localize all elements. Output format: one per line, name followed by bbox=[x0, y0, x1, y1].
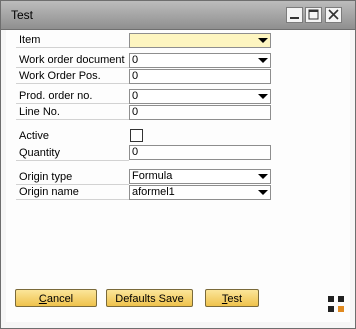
chevron-down-icon[interactable] bbox=[258, 190, 268, 195]
item-dropdown[interactable] bbox=[129, 33, 271, 48]
test-button-label: est bbox=[227, 293, 243, 305]
close-icon bbox=[328, 9, 339, 20]
minimize-icon bbox=[290, 17, 299, 19]
work-order-pos-label: Work Order Pos. bbox=[19, 70, 101, 82]
maximize-button[interactable] bbox=[305, 7, 322, 23]
origin-name-underline bbox=[16, 199, 129, 200]
line-no-field[interactable]: 0 bbox=[129, 105, 271, 120]
quantity-field[interactable]: 0 bbox=[129, 145, 271, 160]
work-order-pos-field[interactable]: 0 bbox=[129, 69, 271, 84]
item-label: Item bbox=[19, 34, 41, 46]
active-label: Active bbox=[19, 130, 49, 142]
origin-name-dropdown[interactable]: aformel1 bbox=[129, 185, 271, 200]
work-order-document-underline bbox=[16, 67, 129, 68]
work-order-document-dropdown[interactable]: 0 bbox=[129, 53, 271, 68]
work-order-document-label: Work order document bbox=[19, 54, 125, 66]
cancel-button-label: ancel bbox=[46, 293, 74, 305]
origin-type-dropdown[interactable]: Formula bbox=[129, 169, 271, 184]
quantity-underline bbox=[16, 160, 129, 161]
defaults-save-label: Defaults Save bbox=[115, 293, 184, 305]
chevron-down-icon[interactable] bbox=[258, 174, 268, 179]
origin-name-value: aformel1 bbox=[132, 186, 175, 198]
line-no-underline bbox=[16, 119, 129, 120]
title-bar[interactable]: Test bbox=[1, 1, 355, 30]
quantity-label: Quantity bbox=[19, 147, 60, 159]
item-underline bbox=[16, 47, 129, 48]
cancel-button[interactable]: Cancel bbox=[15, 289, 97, 307]
work-order-document-value: 0 bbox=[132, 54, 139, 66]
chevron-down-icon[interactable] bbox=[258, 38, 268, 43]
line-no-value: 0 bbox=[132, 106, 139, 118]
quantity-value: 0 bbox=[132, 146, 139, 158]
line-no-label: Line No. bbox=[19, 106, 60, 118]
cancel-button-mnemonic: C bbox=[38, 293, 47, 305]
prod-order-no-label: Prod. order no. bbox=[19, 90, 93, 102]
chevron-down-icon[interactable] bbox=[258, 94, 268, 99]
form-panel: Item Work order document 0 Work Order Po… bbox=[6, 30, 350, 322]
minimize-button[interactable] bbox=[286, 7, 303, 23]
maximize-icon bbox=[308, 9, 319, 20]
window-title: Test bbox=[11, 8, 34, 22]
prod-order-no-value: 0 bbox=[132, 90, 139, 102]
prod-order-no-dropdown[interactable]: 0 bbox=[129, 89, 271, 104]
test-button[interactable]: Test bbox=[205, 289, 259, 307]
close-button[interactable] bbox=[325, 7, 342, 23]
origin-name-label: Origin name bbox=[19, 186, 79, 198]
origin-type-label: Origin type bbox=[19, 171, 73, 183]
work-order-pos-value: 0 bbox=[132, 70, 139, 82]
work-order-pos-underline bbox=[16, 83, 129, 84]
active-checkbox[interactable] bbox=[130, 129, 143, 142]
origin-type-underline bbox=[16, 184, 129, 185]
resize-grip-icon[interactable] bbox=[328, 296, 344, 312]
dialog-window: Test Item Work order document 0 Work Ord… bbox=[0, 0, 356, 329]
chevron-down-icon[interactable] bbox=[258, 58, 268, 63]
origin-type-value: Formula bbox=[132, 170, 173, 182]
prod-order-no-underline bbox=[16, 103, 129, 104]
defaults-save-button[interactable]: Defaults Save bbox=[106, 289, 193, 307]
